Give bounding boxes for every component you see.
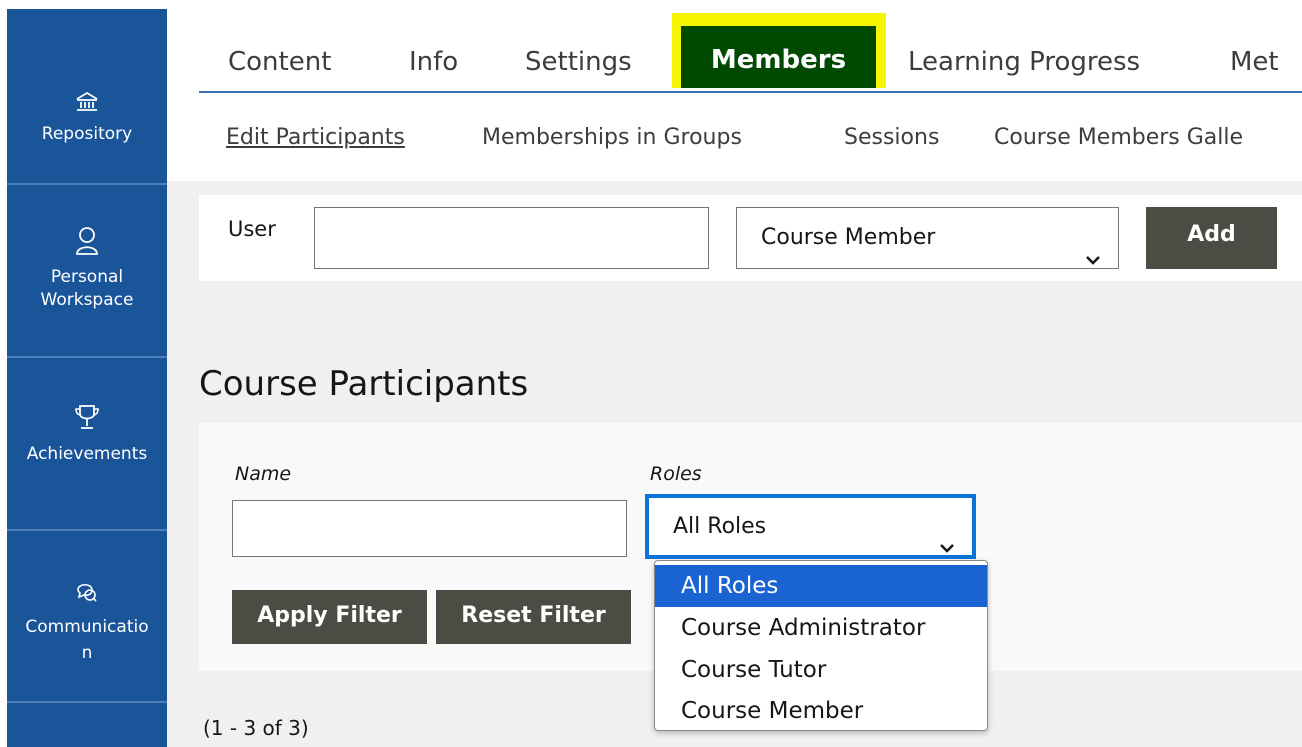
mainbar-item-communication[interactable]: Communicatio n <box>7 531 167 703</box>
main-bar: Repository Personal Workspace Achievemen… <box>7 9 167 747</box>
subtab-course-members-gallery[interactable]: Course Members Galle <box>994 118 1243 158</box>
tab-learning-progress[interactable]: Learning Progress <box>908 44 1140 80</box>
mainbar-label-line: Communicatio <box>25 617 149 637</box>
roles-select-value: All Roles <box>673 514 767 539</box>
subtab-memberships-in-groups[interactable]: Memberships in Groups <box>482 118 742 158</box>
roles-filter-label: Roles <box>650 463 702 485</box>
mainbar-item-repository[interactable]: Repository <box>7 9 167 185</box>
page-title: Course Participants <box>199 364 529 404</box>
mainbar-label: Achievements <box>26 444 148 464</box>
person-icon <box>75 226 99 260</box>
bank-icon <box>74 91 100 117</box>
mainbar-item-personal-workspace[interactable]: Personal Workspace <box>7 185 167 358</box>
mainbar-label-line: Workspace <box>40 290 134 310</box>
dropdown-option-course-member[interactable]: Course Member <box>655 690 987 730</box>
tab-settings[interactable]: Settings <box>525 44 632 80</box>
user-input[interactable] <box>314 207 709 269</box>
name-filter-input[interactable] <box>232 500 627 557</box>
subtab-edit-participants[interactable]: Edit Participants <box>226 118 405 158</box>
dropdown-option-all-roles[interactable]: All Roles <box>655 565 987 607</box>
mainbar-label: Repository <box>41 124 133 144</box>
role-select-value: Course Member <box>761 225 936 250</box>
mainbar-item-achievements[interactable]: Achievements <box>7 358 167 531</box>
tab-metadata[interactable]: Met <box>1230 44 1279 80</box>
tab-content[interactable]: Content <box>228 44 331 80</box>
roles-dropdown-list: All Roles Course Administrator Course Tu… <box>654 560 988 731</box>
dropdown-option-course-tutor[interactable]: Course Tutor <box>655 649 987 691</box>
reset-filter-button[interactable]: Reset Filter <box>436 590 631 644</box>
chevron-down-icon <box>1086 229 1100 289</box>
dropdown-option-course-administrator[interactable]: Course Administrator <box>655 607 987 649</box>
tab-info[interactable]: Info <box>409 44 458 80</box>
trophy-icon <box>73 403 101 437</box>
tab-members[interactable]: Members <box>681 26 876 88</box>
tab-highlight: Members <box>672 13 886 88</box>
subtabs-bar: Edit Participants Memberships in Groups … <box>226 118 1302 158</box>
role-select[interactable]: Course Member <box>736 207 1119 269</box>
mainbar-label: Personal Workspace <box>7 266 167 312</box>
add-button[interactable]: Add <box>1146 207 1277 269</box>
chat-icon <box>74 578 100 608</box>
roles-filter-select[interactable]: All Roles <box>645 494 976 559</box>
mainbar-label-line: n <box>81 643 93 663</box>
mainbar-label: Communicatio n <box>7 614 167 666</box>
user-label: User <box>228 217 276 241</box>
name-filter-label: Name <box>235 463 292 485</box>
tabs-bar: Content Info Settings Members Learning P… <box>199 13 1302 93</box>
subtab-sessions[interactable]: Sessions <box>844 118 939 158</box>
mainbar-label-line: Personal <box>50 267 124 287</box>
apply-filter-button[interactable]: Apply Filter <box>232 590 427 644</box>
add-user-toolbar: User Course Member Add <box>199 195 1302 281</box>
pagination-range: (1 - 3 of 3) <box>203 716 309 740</box>
